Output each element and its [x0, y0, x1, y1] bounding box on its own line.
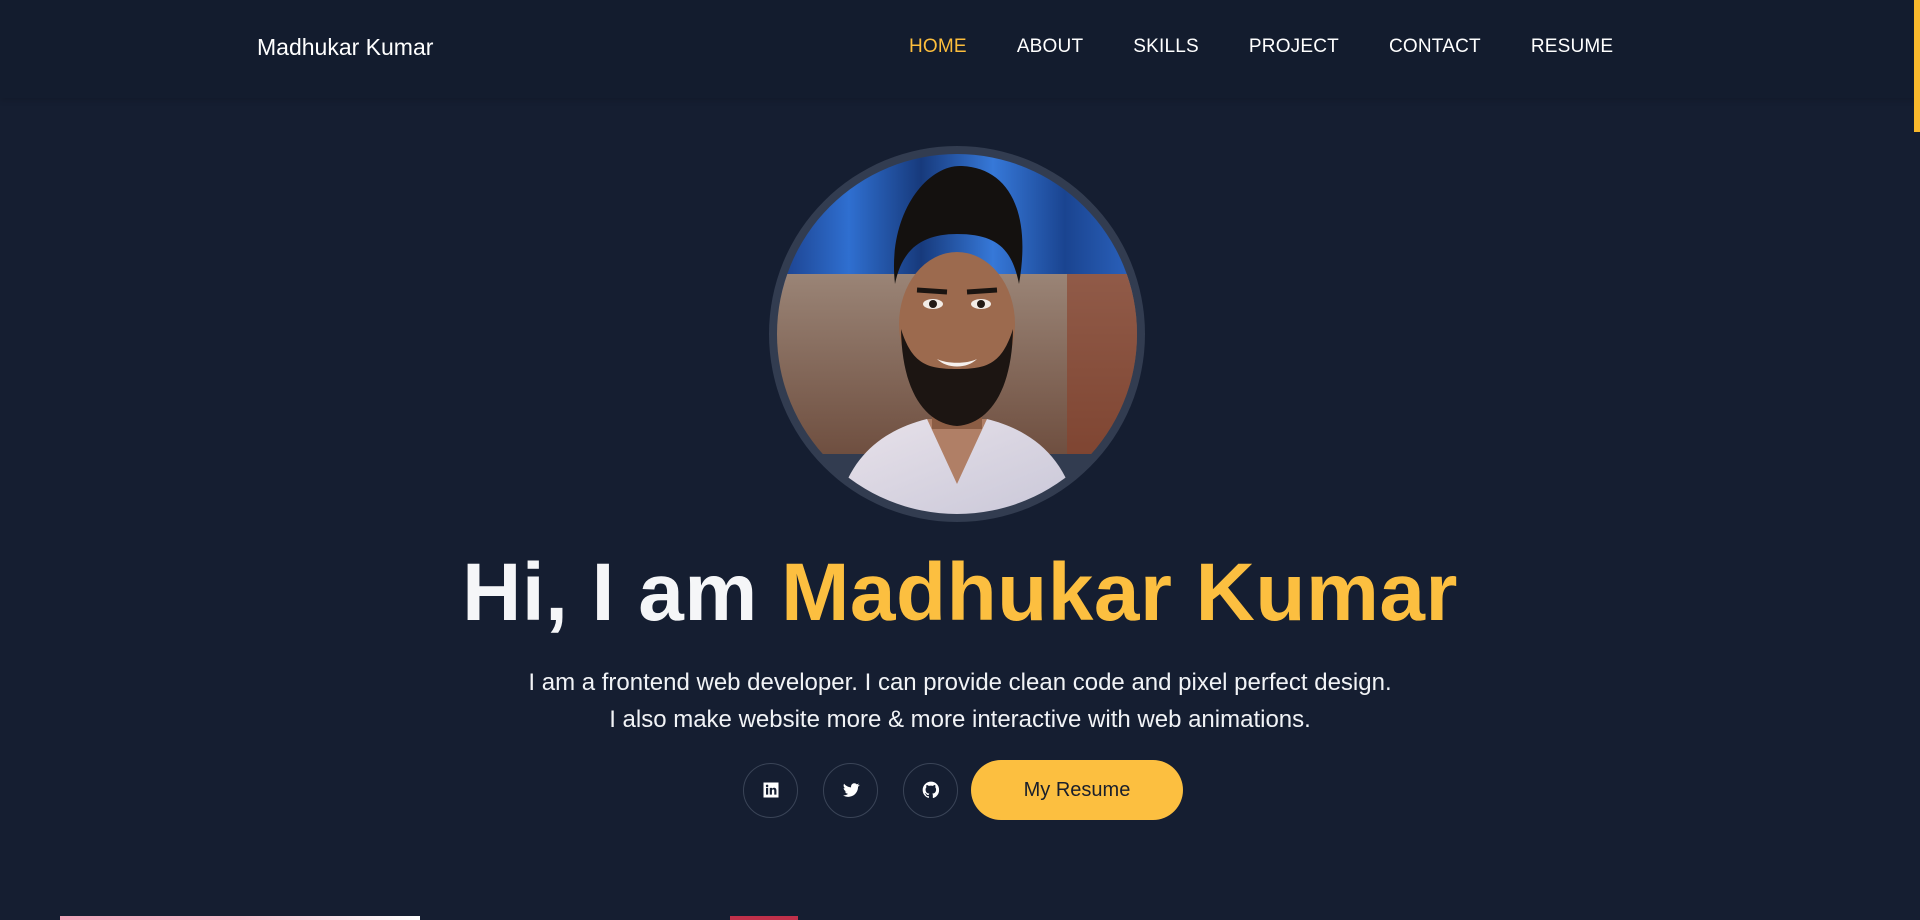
github-icon: [922, 781, 939, 799]
scroll-progress-indicator: [1914, 0, 1920, 132]
hero-heading: Hi, I am Madhukar Kumar: [0, 546, 1920, 640]
profile-photo-frame: [769, 146, 1145, 522]
hero-name: Madhukar Kumar: [781, 547, 1458, 638]
profile-photo: [777, 154, 1137, 514]
hero-description: I am a frontend web developer. I can pro…: [0, 664, 1920, 738]
hero-actions: My Resume: [743, 760, 1183, 820]
my-resume-button[interactable]: My Resume: [971, 760, 1183, 820]
nav-link-project[interactable]: PROJECT: [1249, 36, 1339, 58]
github-link[interactable]: [903, 762, 958, 818]
hero-description-line-2: I also make website more & more interact…: [609, 706, 1311, 733]
linkedin-icon: [763, 782, 778, 798]
nav-link-resume[interactable]: RESUME: [1531, 36, 1614, 58]
twitter-link[interactable]: [823, 762, 878, 818]
nav-link-contact[interactable]: CONTACT: [1389, 36, 1481, 58]
nav-links: HOME ABOUT SKILLS PROJECT CONTACT RESUME: [909, 36, 1613, 58]
nav-link-skills[interactable]: SKILLS: [1133, 36, 1199, 58]
twitter-icon: [842, 783, 860, 797]
navbar: Madhukar Kumar HOME ABOUT SKILLS PROJECT…: [0, 0, 1920, 98]
hero-description-line-1: I am a frontend web developer. I can pro…: [528, 669, 1392, 696]
linkedin-link[interactable]: [743, 762, 798, 818]
next-section-preview-strip: [730, 916, 798, 920]
nav-link-home[interactable]: HOME: [909, 36, 967, 58]
brand-logo[interactable]: Madhukar Kumar: [257, 34, 433, 61]
profile-photo-illustration: [777, 154, 1137, 514]
page: Madhukar Kumar HOME ABOUT SKILLS PROJECT…: [0, 0, 1920, 920]
next-section-preview-strip: [60, 916, 420, 920]
nav-link-about[interactable]: ABOUT: [1017, 36, 1083, 58]
hero-greeting: Hi, I am: [462, 547, 758, 638]
